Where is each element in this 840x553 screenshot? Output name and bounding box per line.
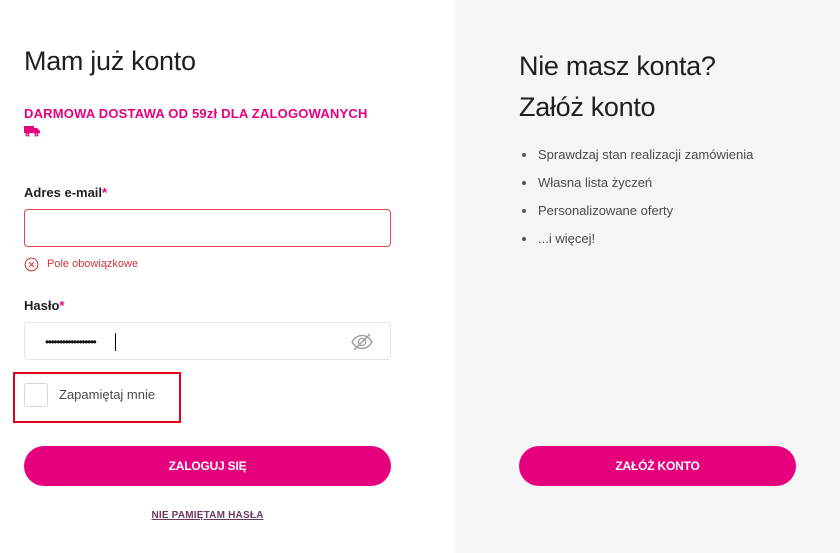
list-item: Sprawdzaj stan realizacji zamówienia (519, 146, 753, 174)
bullet-icon (522, 153, 526, 157)
remember-me-checkbox[interactable] (24, 383, 48, 407)
benefit-text: Personalizowane oferty (538, 203, 674, 218)
text-caret (115, 333, 116, 351)
free-shipping-promo: DARMOWA DOSTAWA OD 59zł DLA ZALOGOWANYCH (24, 105, 424, 137)
promo-text: DARMOWA DOSTAWA OD 59zł DLA ZALOGOWANYCH (24, 106, 368, 121)
password-label: Hasło* (24, 298, 64, 313)
email-label-text: Adres e-mail (24, 185, 103, 200)
required-mark: * (59, 298, 65, 313)
list-item: Personalizowane oferty (519, 202, 753, 230)
email-field[interactable] (24, 209, 391, 247)
email-error: Pole obowiązkowe (24, 256, 138, 272)
eye-slash-icon[interactable] (350, 332, 374, 352)
login-button[interactable]: ZALOGUJ SIĘ (24, 446, 391, 486)
password-value: •••••••••••••••••• (45, 335, 97, 349)
email-label: Adres e-mail* (24, 185, 107, 200)
benefit-text: Własna lista życzeń (538, 175, 653, 190)
password-label-text: Hasło (24, 298, 60, 313)
register-title-line1: Nie masz konta? (519, 51, 716, 81)
email-error-text: Pole obowiązkowe (47, 258, 139, 270)
bullet-icon (522, 209, 526, 213)
benefits-list: Sprawdzaj stan realizacji zamówienia Wła… (519, 146, 753, 258)
benefit-text: Sprawdzaj stan realizacji zamówienia (538, 147, 754, 162)
list-item: ...i więcej! (519, 230, 753, 258)
register-title: Nie masz konta? Załóż konto (519, 46, 716, 128)
truck-icon (24, 126, 40, 137)
register-panel: Nie masz konta? Załóż konto Sprawdzaj st… (455, 0, 840, 553)
login-title: Mam już konto (24, 46, 196, 76)
remember-me-label[interactable]: Zapamiętaj mnie (59, 387, 155, 402)
forgot-password-link[interactable]: NIE PAMIĘTAM HASŁA (0, 510, 415, 521)
required-mark: * (102, 185, 108, 200)
password-field[interactable]: •••••••••••••••••• (24, 322, 391, 360)
register-title-line2: Załóż konto (519, 92, 656, 122)
list-item: Własna lista życzeń (519, 174, 753, 202)
bullet-icon (522, 181, 526, 185)
bullet-icon (522, 237, 526, 241)
register-button[interactable]: ZAŁÓŻ KONTO (519, 446, 796, 486)
login-panel: Mam już konto DARMOWA DOSTAWA OD 59zł DL… (0, 0, 455, 553)
error-circle-x-icon (24, 257, 39, 271)
benefit-text: ...i więcej! (538, 231, 596, 246)
forgot-password-text[interactable]: NIE PAMIĘTAM HASŁA (151, 510, 263, 521)
